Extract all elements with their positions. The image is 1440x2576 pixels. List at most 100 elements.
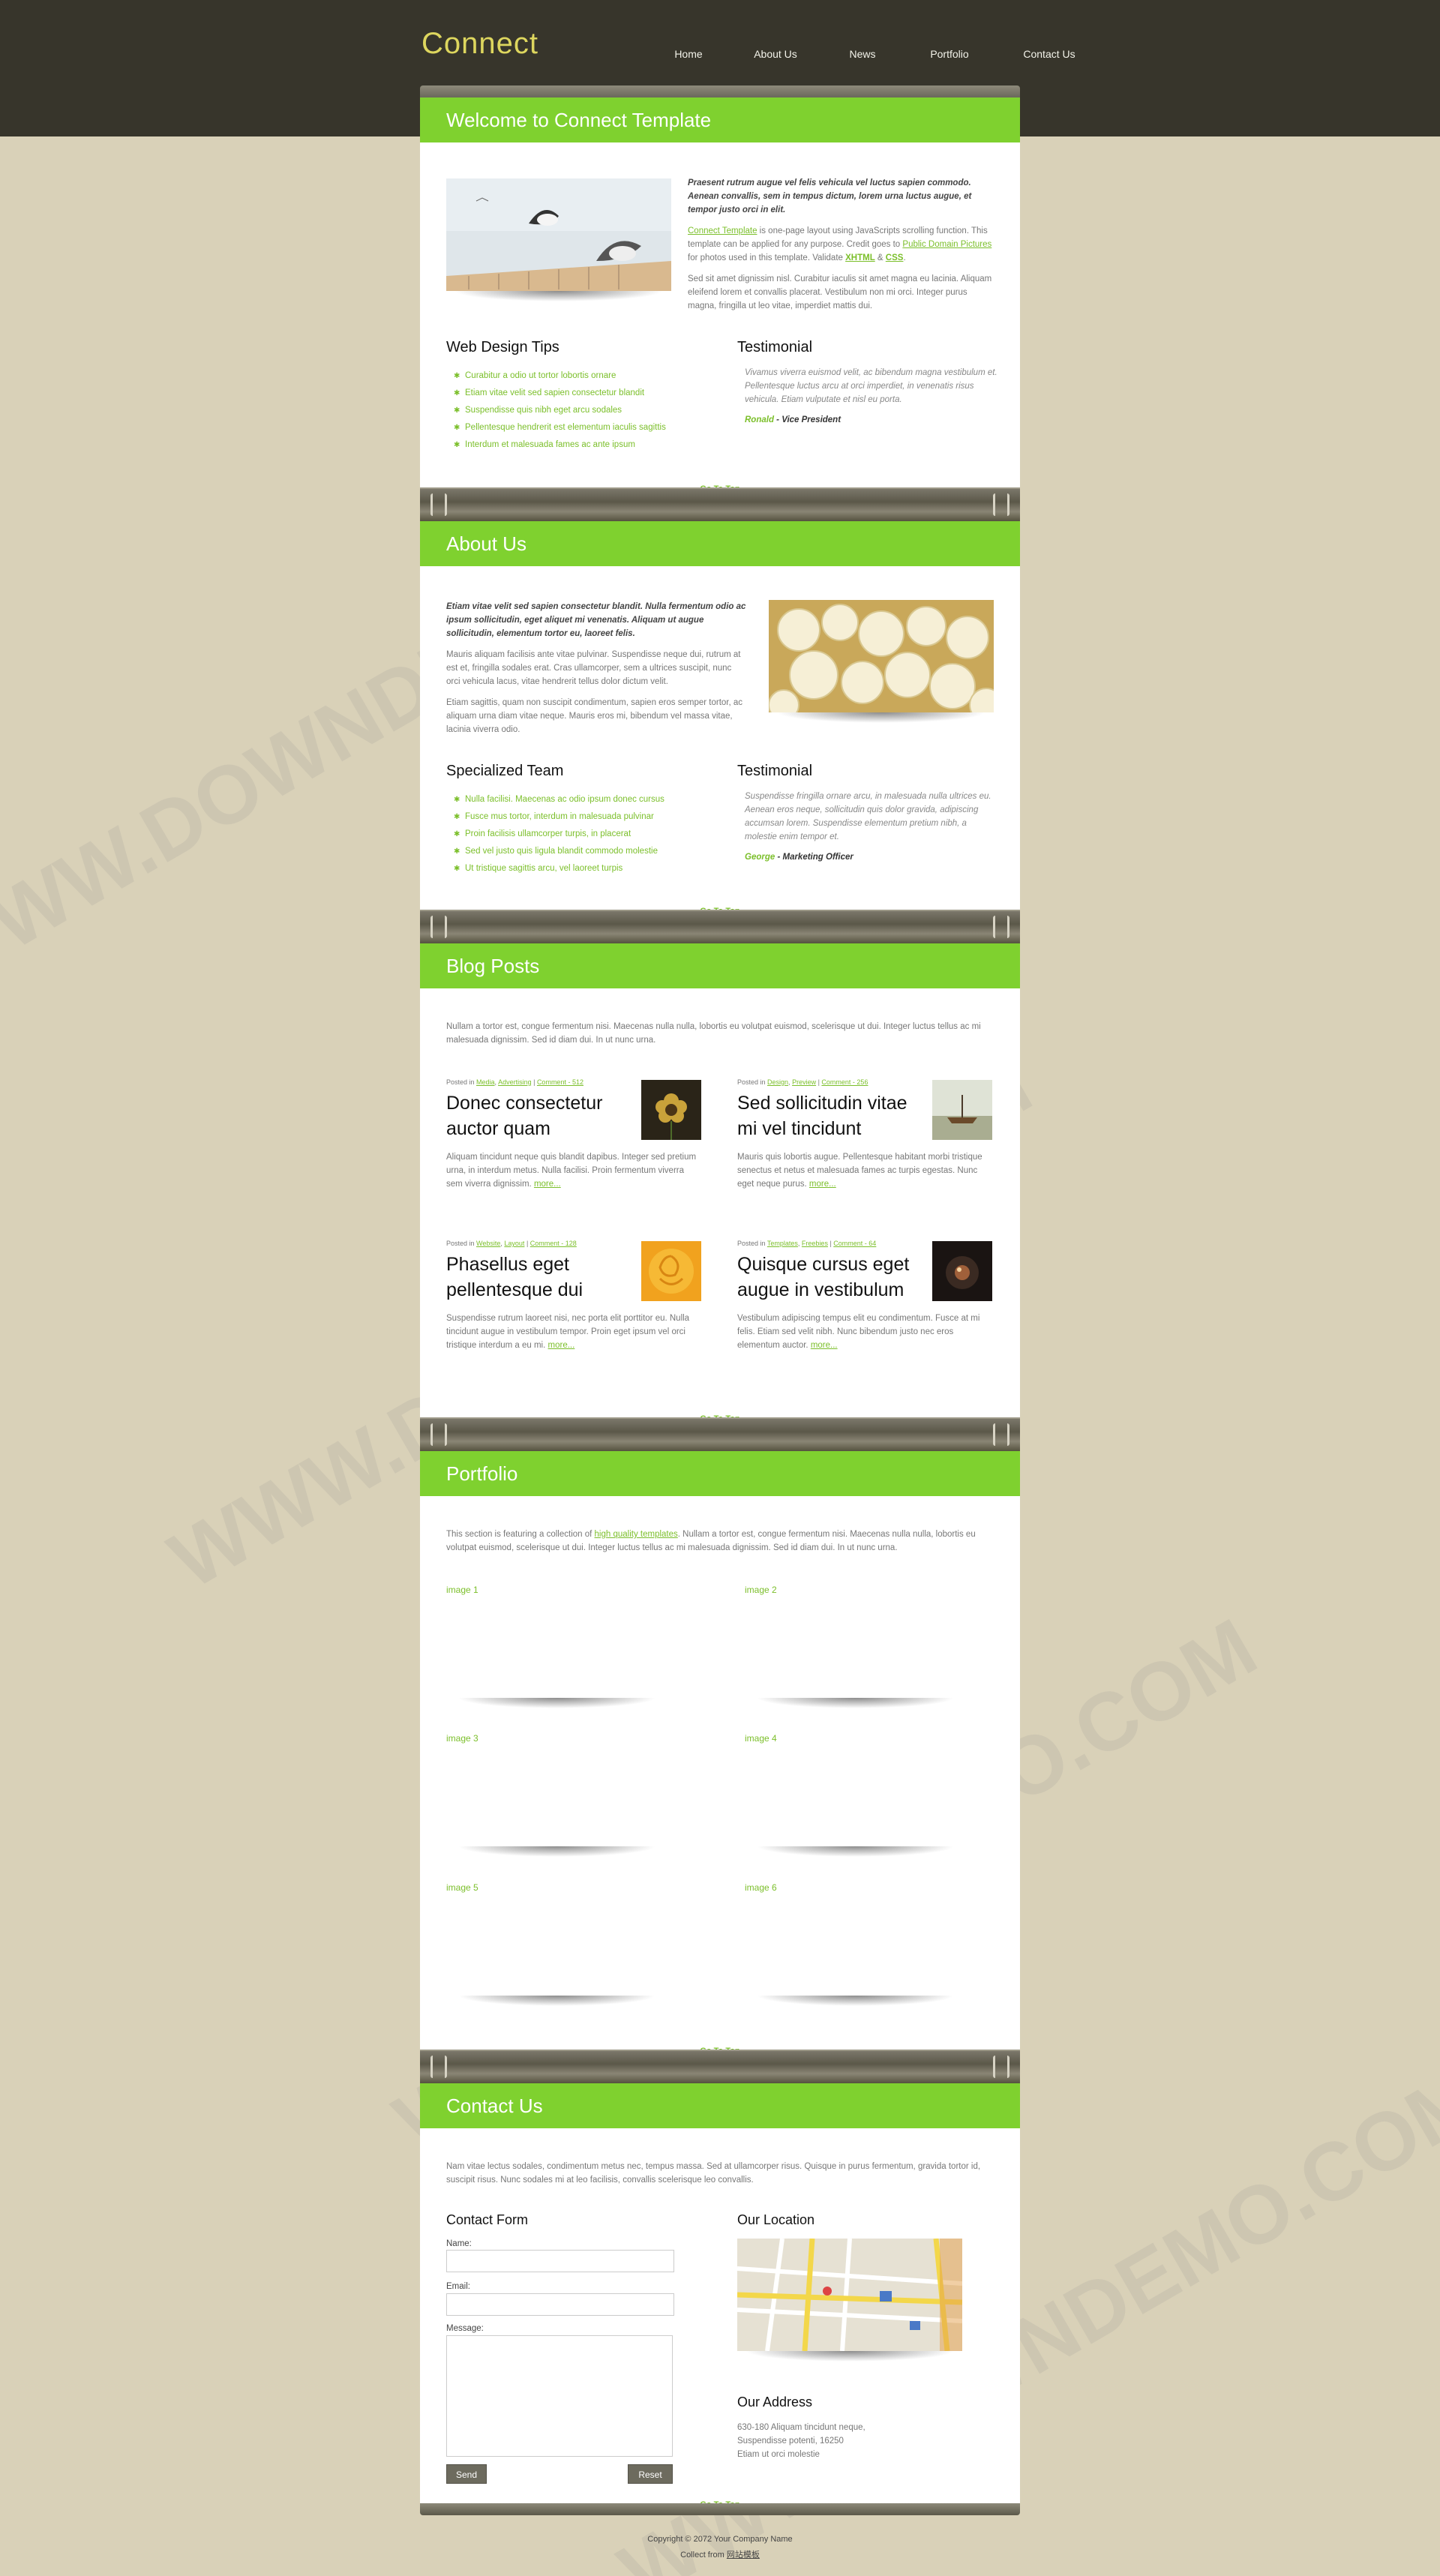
public-domain-link[interactable]: Public Domain Pictures <box>902 240 992 249</box>
portfolio-intro: This section is featuring a collection o… <box>446 1528 994 1555</box>
author-role: - Vice President <box>773 415 842 424</box>
comments-link[interactable]: Comment - 256 <box>821 1078 868 1086</box>
portfolio-image[interactable]: image 2 <box>745 1585 777 1595</box>
nav-about[interactable]: About Us <box>732 48 819 60</box>
welcome-intro: Praesent rutrum augue vel felis vehicula… <box>688 178 972 214</box>
page-top-edge <box>420 85 1020 97</box>
list-item[interactable]: Nulla facilisi. Maecenas ac odio ipsum d… <box>446 791 716 808</box>
boat-thumbnail <box>932 1080 992 1140</box>
about-paragraph-1: Mauris aliquam facilisis ante vitae pulv… <box>446 650 741 686</box>
site-logo[interactable]: Connect <box>422 27 538 61</box>
post-excerpt: Aliquam tincidunt neque quis blandit dap… <box>446 1150 701 1191</box>
blog-intro: Nullam a tortor est, congue fermentum ni… <box>446 1022 981 1045</box>
contact-intro: Nam vitae lectus sodales, condimentum me… <box>446 2162 981 2185</box>
connect-template-link[interactable]: Connect Template <box>688 226 757 235</box>
welcome-section: Welcome to Connect Template Praesent rut… <box>420 97 1020 487</box>
css-link[interactable]: CSS <box>886 253 904 262</box>
image-shadow <box>458 1846 656 1857</box>
collect-link[interactable]: 网站模板 <box>727 2551 760 2560</box>
post-excerpt: Suspendisse rutrum laoreet nisi, nec por… <box>446 1312 701 1352</box>
post-title[interactable]: Quisque cursus eget augue in vestibulum <box>737 1252 925 1303</box>
divider-handle <box>430 916 447 938</box>
post-title[interactable]: Phasellus eget pellentesque dui <box>446 1252 634 1303</box>
section-divider <box>420 2050 1020 2083</box>
category-link[interactable]: Freebies <box>802 1240 828 1247</box>
nav-contact[interactable]: Contact Us <box>993 48 1106 60</box>
post-title[interactable]: Sed sollicitudin vitae mi vel tincidunt <box>737 1090 925 1141</box>
category-link[interactable]: Design <box>767 1078 788 1086</box>
text-span: Aliquam tincidunt neque quis blandit dap… <box>446 1153 697 1189</box>
templates-link[interactable]: high quality templates <box>595 1530 678 1539</box>
reset-button[interactable]: Reset <box>628 2464 673 2484</box>
list-item[interactable]: Sed vel justo quis ligula blandit commod… <box>446 843 716 860</box>
text-span: for photos used in this template. Valida… <box>688 253 846 262</box>
divider-handle <box>430 2056 447 2078</box>
category-link[interactable]: Templates <box>767 1240 798 1247</box>
more-link[interactable]: more... <box>809 1180 836 1189</box>
text-span: Posted in <box>737 1240 767 1247</box>
comments-link[interactable]: Comment - 512 <box>537 1078 584 1086</box>
about-intro: Etiam vitae velit sed sapien consectetur… <box>446 602 746 638</box>
name-field[interactable] <box>446 2250 674 2272</box>
send-button[interactable]: Send <box>446 2464 487 2484</box>
more-link[interactable]: more... <box>534 1180 561 1189</box>
section-divider <box>420 1417 1020 1451</box>
list-item[interactable]: Curabitur a odio ut tortor lobortis orna… <box>446 367 716 385</box>
section-title-welcome: Welcome to Connect Template <box>420 97 1020 142</box>
category-link[interactable]: Website <box>476 1240 500 1247</box>
category-link[interactable]: Advertising <box>498 1078 532 1086</box>
portfolio-image[interactable]: image 3 <box>446 1733 478 1744</box>
list-item[interactable]: Etiam vitae velit sed sapien consectetur… <box>446 385 716 402</box>
image-shadow <box>458 1996 656 2006</box>
category-link[interactable]: Layout <box>504 1240 524 1247</box>
list-item[interactable]: Ut tristique sagittis arcu, vel laoreet … <box>446 860 716 877</box>
portfolio-image[interactable]: image 4 <box>745 1733 777 1744</box>
comments-link[interactable]: Comment - 128 <box>530 1240 577 1247</box>
team-list: Nulla facilisi. Maecenas ac odio ipsum d… <box>446 791 716 877</box>
email-label: Email: <box>446 2282 470 2291</box>
xhtml-link[interactable]: XHTML <box>845 253 875 262</box>
section-divider <box>420 487 1020 521</box>
portfolio-section: Portfolio This section is featuring a co… <box>420 1451 1020 2050</box>
author-name: Ronald <box>745 415 774 424</box>
message-label: Message: <box>446 2324 484 2333</box>
address-line: Etiam ut orci molestie <box>737 2450 820 2459</box>
popcorn-photo <box>769 600 994 712</box>
welcome-paragraph-1: Connect Template is one-page layout usin… <box>688 224 995 265</box>
photo-shadow <box>454 291 664 301</box>
category-link[interactable]: Preview <box>792 1078 816 1086</box>
location-map[interactable] <box>737 2239 962 2351</box>
message-field[interactable] <box>446 2335 673 2457</box>
welcome-paragraph-2: Sed sit amet dignissim nisl. Curabitur i… <box>688 274 992 310</box>
nav-news[interactable]: News <box>819 48 906 60</box>
text-span: . <box>903 253 906 262</box>
list-item[interactable]: Proin facilisis ullamcorper turpis, in p… <box>446 826 716 843</box>
image-shadow <box>756 1846 955 1857</box>
list-item[interactable]: Suspendisse quis nibh eget arcu sodales <box>446 402 716 419</box>
list-item[interactable]: Pellentesque hendrerit est elementum iac… <box>446 419 716 436</box>
nav-home[interactable]: Home <box>645 48 732 60</box>
post-title[interactable]: Donec consectetur auctor quam <box>446 1090 634 1141</box>
author-name: George <box>745 853 776 862</box>
portfolio-image[interactable]: image 1 <box>446 1585 478 1595</box>
rose-thumbnail <box>641 1241 701 1301</box>
list-item[interactable]: Interdum et malesuada fames ac ante ipsu… <box>446 436 716 454</box>
divider-handle <box>993 493 1010 516</box>
text-span: Posted in <box>446 1240 477 1247</box>
list-item[interactable]: Fusce mus tortor, interdum in malesuada … <box>446 808 716 826</box>
more-link[interactable]: more... <box>548 1341 575 1350</box>
category-link[interactable]: Media <box>476 1078 495 1086</box>
comments-link[interactable]: Comment - 64 <box>833 1240 876 1247</box>
nav-portfolio[interactable]: Portfolio <box>906 48 993 60</box>
testimonial-heading: Testimonial <box>737 339 813 355</box>
portfolio-image[interactable]: image 5 <box>446 1882 478 1893</box>
image-shadow <box>458 1698 656 1708</box>
testimonial-author: George - Marketing Officer <box>745 853 854 862</box>
section-title-contact: Contact Us <box>420 2083 1020 2128</box>
address-line: 630-180 Aliquam tincidunt neque, <box>737 2423 866 2432</box>
more-link[interactable]: more... <box>811 1341 838 1350</box>
text-span: | <box>531 1078 537 1086</box>
email-field[interactable] <box>446 2293 674 2316</box>
portfolio-image[interactable]: image 6 <box>745 1882 777 1893</box>
page-bottom-edge <box>420 2503 1020 2515</box>
